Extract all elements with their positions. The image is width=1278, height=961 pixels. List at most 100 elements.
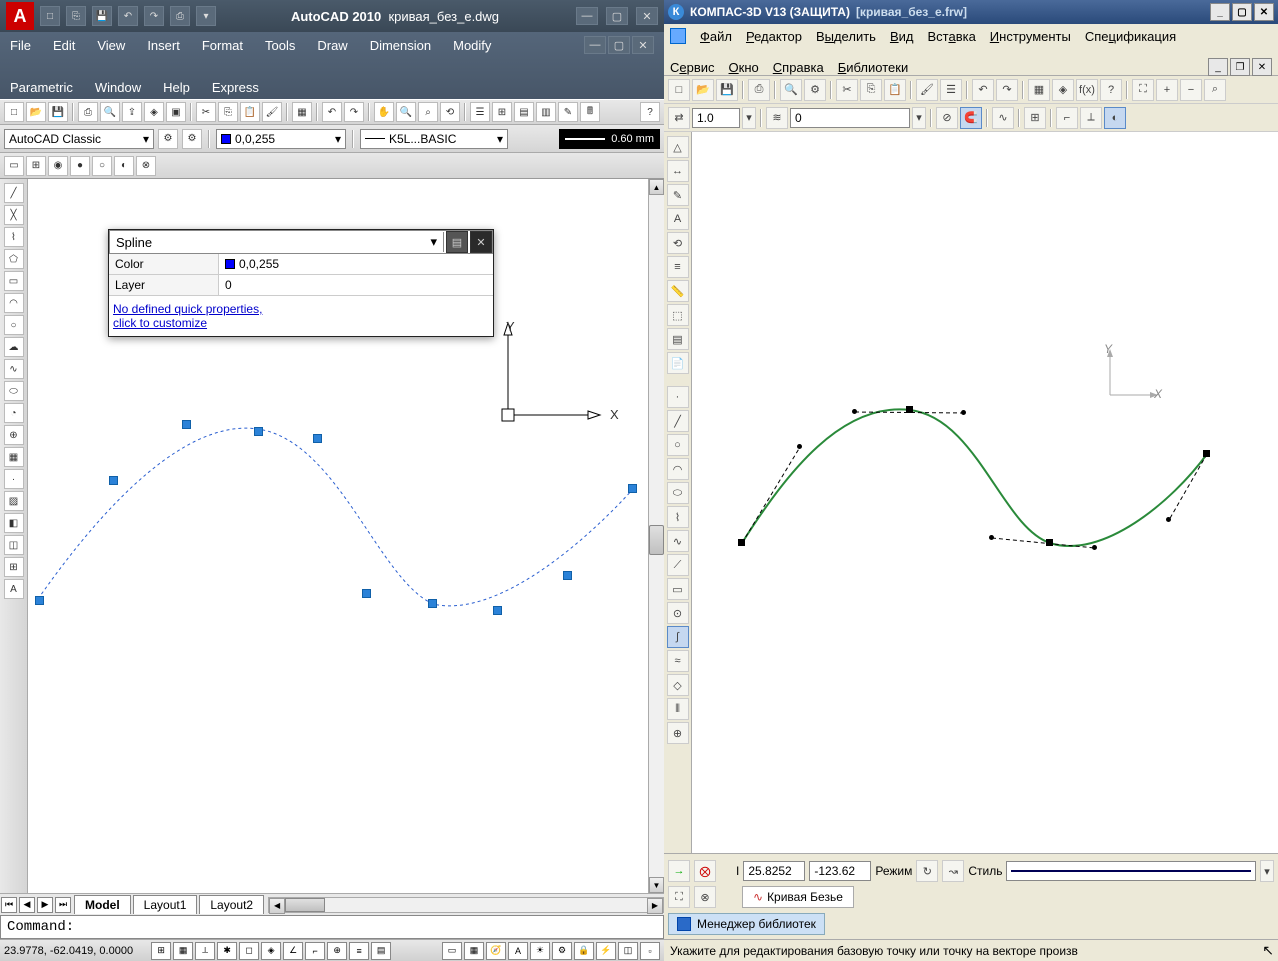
line-icon[interactable]: ╱ xyxy=(4,183,24,203)
close-button[interactable]: ✕ xyxy=(1254,3,1274,21)
new-icon[interactable]: □ xyxy=(4,102,24,122)
qp-value-color[interactable]: 0,0,255 xyxy=(219,254,493,274)
spline-grip[interactable] xyxy=(563,571,572,580)
zoom-prev-icon[interactable]: ⟲ xyxy=(440,102,460,122)
autocad-logo-icon[interactable]: A xyxy=(6,2,34,30)
subdoc-close-button[interactable]: ✕ xyxy=(1252,58,1272,76)
save-icon[interactable]: 💾 xyxy=(48,102,68,122)
line-tool-icon[interactable]: ╱ xyxy=(667,410,689,432)
qp-row-layer[interactable]: Layer 0 xyxy=(109,275,493,296)
copy-icon[interactable]: ⎘ xyxy=(860,79,882,101)
quickview-icon[interactable]: ▦ xyxy=(464,942,484,960)
print-icon[interactable]: ⎙ xyxy=(748,79,770,101)
stop-icon[interactable]: ⊘ xyxy=(936,107,958,129)
menu-insert[interactable]: Insert xyxy=(147,38,180,53)
redo-icon[interactable]: ↷ xyxy=(344,102,364,122)
region-icon[interactable]: ◫ xyxy=(4,535,24,555)
sheetset-icon[interactable]: ▥ xyxy=(536,102,556,122)
qat-print-icon[interactable]: ⎙ xyxy=(170,6,190,26)
text-icon[interactable]: A xyxy=(667,208,689,230)
point-tool-icon[interactable]: · xyxy=(667,386,689,408)
subdoc-minimize-button[interactable]: _ xyxy=(1208,58,1228,76)
markup-icon[interactable]: ✎ xyxy=(558,102,578,122)
insert-icon[interactable]: ⊕ xyxy=(4,425,24,445)
cursor-mode-icon[interactable]: I xyxy=(736,864,739,878)
subdoc-restore-button[interactable]: ❐ xyxy=(1230,58,1250,76)
ellipse-tool-icon[interactable]: ⬭ xyxy=(667,482,689,504)
close-button[interactable]: ✕ xyxy=(636,7,658,25)
menu-view[interactable]: View xyxy=(97,38,125,53)
doc-minimize-button[interactable]: — xyxy=(584,36,606,54)
conceptual-icon[interactable]: ○ xyxy=(92,156,112,176)
publish-icon[interactable]: ⇪ xyxy=(122,102,142,122)
mode-closed-icon[interactable]: ↻ xyxy=(916,860,938,882)
open-icon[interactable]: 📂 xyxy=(692,79,714,101)
stop-command-icon[interactable]: ⨂ xyxy=(694,860,716,882)
lib-manager-icon[interactable]: ▦ xyxy=(1028,79,1050,101)
props-icon[interactable]: ⚙ xyxy=(804,79,826,101)
style-dropdown-icon[interactable]: ▾ xyxy=(1260,860,1274,882)
grid-icon[interactable]: ⊞ xyxy=(1024,107,1046,129)
menu-help[interactable]: Help xyxy=(163,80,190,95)
circle-tool-icon[interactable]: ○ xyxy=(667,434,689,456)
ann-scale-icon[interactable]: A xyxy=(508,942,528,960)
menu-instruments[interactable]: Инструменты xyxy=(990,29,1071,44)
cut-icon[interactable]: ✂ xyxy=(196,102,216,122)
qp-options-icon[interactable]: ▤ xyxy=(446,231,468,253)
properties-icon[interactable]: ☰ xyxy=(470,102,490,122)
redo-icon[interactable]: ↷ xyxy=(996,79,1018,101)
fx-icon[interactable]: f(x) xyxy=(1076,79,1098,101)
scroll-down-icon[interactable]: ▼ xyxy=(649,877,664,893)
qat-redo-icon[interactable]: ↷ xyxy=(144,6,164,26)
zoom-window-icon[interactable]: ⌕ xyxy=(1204,79,1226,101)
pline-icon[interactable]: ⌇ xyxy=(4,227,24,247)
spline-grip[interactable] xyxy=(628,484,637,493)
qat-save-icon[interactable]: 💾 xyxy=(92,6,112,26)
lock-icon[interactable]: 🔒 xyxy=(574,942,594,960)
menu-libs[interactable]: Библиотеки xyxy=(838,60,908,75)
drawing-canvas[interactable]: Spline▾ ▤ ✕ Color 0,0,255 Layer 0 xyxy=(28,179,648,893)
library-manager-toggle[interactable]: Менеджер библиотек xyxy=(668,913,825,935)
tab-last-icon[interactable]: ⏭ xyxy=(55,897,71,913)
zoom-window-icon[interactable]: ⌕ xyxy=(418,102,438,122)
workspace-combo[interactable]: AutoCAD Classic▾ xyxy=(4,129,154,149)
snap-toggle-icon[interactable]: ⊞ xyxy=(151,942,171,960)
help-icon[interactable]: ? xyxy=(1100,79,1122,101)
3ddwf-icon[interactable]: ◈ xyxy=(144,102,164,122)
curve-tool-icon[interactable]: ∿ xyxy=(667,530,689,552)
visual-manage-icon[interactable]: ⊗ xyxy=(136,156,156,176)
hatch-icon[interactable]: ▨ xyxy=(4,491,24,511)
grid-toggle-icon[interactable]: ▦ xyxy=(173,942,193,960)
preview-icon[interactable]: 🔍 xyxy=(100,102,120,122)
equidistant-tool-icon[interactable]: ⫴ xyxy=(667,698,689,720)
menu-service[interactable]: Сервис xyxy=(670,60,715,75)
doc-maximize-button[interactable]: ▢ xyxy=(608,36,630,54)
menu-file[interactable]: Файл xyxy=(700,29,732,44)
design-center-icon[interactable]: ⊞ xyxy=(492,102,512,122)
arc-tool-icon[interactable]: ◠ xyxy=(667,458,689,480)
tab-model[interactable]: Model xyxy=(74,895,131,914)
gradient-icon[interactable]: ◧ xyxy=(4,513,24,533)
menu-modify[interactable]: Modify xyxy=(453,38,491,53)
ellipse-arc-icon[interactable]: ◔ xyxy=(4,403,24,423)
nurbs-tool-icon[interactable]: ≈ xyxy=(667,650,689,672)
vertical-scrollbar[interactable]: ▲ ▼ xyxy=(648,179,664,893)
3d-hidden-icon[interactable]: ◉ xyxy=(48,156,68,176)
linetype-combo[interactable]: K5L...BASIC▾ xyxy=(360,129,508,149)
menu-file[interactable]: File xyxy=(10,38,31,53)
menu-format[interactable]: Format xyxy=(202,38,243,53)
collect-tool-icon[interactable]: ⊕ xyxy=(667,722,689,744)
aux-tool-icon[interactable]: ⊙ xyxy=(667,602,689,624)
curve-node[interactable] xyxy=(1046,539,1053,546)
ellipse-icon[interactable]: ⬭ xyxy=(4,381,24,401)
menu-tools[interactable]: Tools xyxy=(265,38,295,53)
round-icon[interactable]: ◐ xyxy=(1104,107,1126,129)
dyn-toggle-icon[interactable]: ⊕ xyxy=(327,942,347,960)
revcloud-icon[interactable]: ☁ xyxy=(4,337,24,357)
ortho-toggle-icon[interactable]: ⟂ xyxy=(195,942,215,960)
undo-icon[interactable]: ↶ xyxy=(322,102,342,122)
curve-handle[interactable] xyxy=(797,444,802,449)
create-object-icon[interactable]: → xyxy=(668,860,690,882)
color-combo[interactable]: 0,0,255▾ xyxy=(216,129,346,149)
current-state-icon[interactable]: ⇄ xyxy=(668,107,690,129)
